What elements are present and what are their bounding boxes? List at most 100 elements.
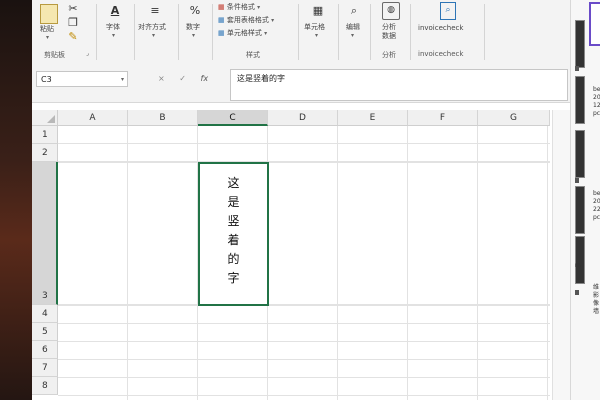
paste-icon[interactable] [40, 4, 58, 24]
formula-bar: C3 ▾ × ✓ fx 这是竖着的字 [32, 66, 570, 103]
cells-icon[interactable]: ▦ [311, 4, 325, 18]
font-label[interactable]: 字体 [106, 22, 120, 32]
cell-styles-button[interactable]: ▦ 单元格样式 ▾ [218, 28, 267, 38]
column-header-a[interactable]: A [58, 110, 128, 126]
marker-icon [575, 66, 579, 71]
separator [178, 4, 179, 60]
invoicecheck-button-label[interactable]: invoicecheck [418, 24, 463, 32]
analysis-group-label: 分析 [382, 51, 396, 59]
select-all-corner[interactable] [32, 110, 58, 126]
alignment-label[interactable]: 对齐方式 [138, 22, 166, 32]
file-label-line: pc [593, 110, 600, 117]
row-header-7[interactable]: 7 [32, 359, 58, 377]
formula-buttons: × ✓ fx [158, 71, 220, 87]
column-header-d[interactable]: D [268, 110, 338, 126]
clipboard-launcher-icon[interactable]: ⌟ [86, 50, 89, 57]
name-box-dropdown-icon[interactable]: ▾ [121, 72, 124, 88]
editing-group: ⌕ 编辑 ▾ [340, 0, 368, 66]
name-box[interactable]: C3 ▾ [36, 71, 128, 87]
analyze-data-label-2[interactable]: 数据 [382, 31, 396, 41]
row-header-8[interactable]: 8 [32, 377, 58, 395]
row-header-6[interactable]: 6 [32, 341, 58, 359]
invoicecheck-group-label: invoicecheck [418, 50, 464, 58]
file-label-short: m [575, 262, 581, 269]
copy-icon[interactable]: ❐ [66, 16, 80, 30]
paste-dropdown-icon[interactable]: ▾ [46, 34, 49, 41]
file-label[interactable]: 维 影 像 墙 [593, 284, 599, 316]
file-label-line: 20 [593, 94, 600, 101]
insert-function-icon[interactable]: fx [201, 74, 209, 83]
styles-group: ▦ 条件格式 ▾ ▦ 套用表格格式 ▾ ▦ 单元格样式 ▾ 样式 [214, 0, 296, 66]
invoicecheck-group: ⌕ invoicecheck invoicecheck [412, 0, 482, 66]
number-label[interactable]: 数字 [186, 22, 200, 32]
cell-c3[interactable]: 这 是 竖 着 的 字 [198, 162, 269, 306]
font-icon[interactable]: A [108, 4, 122, 18]
marker-icon [575, 290, 579, 295]
separator [370, 4, 371, 60]
row-header-4[interactable]: 4 [32, 305, 58, 323]
conditional-format-button[interactable]: ▦ 条件格式 ▾ [218, 2, 260, 12]
enter-icon[interactable]: ✓ [179, 74, 186, 83]
file-label-line: pc [593, 214, 600, 221]
font-dropdown-icon[interactable]: ▾ [112, 32, 115, 39]
editing-label[interactable]: 编辑 [346, 22, 360, 32]
file-label-line: be [593, 190, 600, 197]
marker-icon [575, 178, 579, 183]
ribbon: 粘贴 ▾ ✂ ❐ ✎ 剪贴板 ⌟ A 字体 ▾ ≡ 对齐方式 ▾ % 数字 ▾ [32, 0, 570, 67]
percent-icon[interactable]: % [188, 4, 202, 18]
alignment-dropdown-icon[interactable]: ▾ [152, 32, 155, 39]
search-icon[interactable]: ⌕ [347, 4, 361, 18]
file-label-line: 22 [593, 206, 600, 213]
clipboard-group-label: 剪贴板 [44, 51, 65, 59]
side-file-panel: be 20 12 pc be 20 22 pc m m 维 影 像 墙 [570, 0, 600, 400]
file-label[interactable]: be 20 12 pc [593, 86, 600, 118]
align-icon[interactable]: ≡ [148, 4, 162, 18]
separator [134, 4, 135, 60]
char: 这 [227, 176, 240, 190]
cells-dropdown-icon[interactable]: ▾ [315, 32, 318, 39]
separator [298, 4, 299, 60]
spreadsheet-grid: A B C D E F G 1 2 3 4 5 6 7 8 这 是 竖 着 的 … [32, 110, 571, 400]
invoice-check-icon[interactable]: ⌕ [440, 2, 456, 20]
paste-label[interactable]: 粘贴 [40, 24, 54, 34]
cancel-icon[interactable]: × [158, 74, 165, 83]
film-thumbnail[interactable] [575, 130, 585, 178]
name-box-value: C3 [41, 75, 52, 84]
row-header-5[interactable]: 5 [32, 323, 58, 341]
background-left [0, 0, 32, 400]
cut-icon[interactable]: ✂ [66, 2, 80, 16]
separator [212, 4, 213, 60]
column-header-c[interactable]: C [198, 110, 268, 126]
row-header-2[interactable]: 2 [32, 144, 58, 162]
clipboard-group: 粘贴 ▾ ✂ ❐ ✎ 剪贴板 ⌟ [32, 0, 94, 66]
format-painter-icon[interactable]: ✎ [66, 30, 80, 44]
number-dropdown-icon[interactable]: ▾ [192, 32, 195, 39]
formula-input[interactable]: 这是竖着的字 [230, 69, 568, 101]
row-3-cells[interactable] [58, 162, 550, 305]
film-thumbnail[interactable] [575, 20, 585, 68]
film-thumbnail[interactable] [575, 76, 585, 124]
separator [338, 4, 339, 60]
char: 是 [227, 195, 240, 209]
analyze-data-icon[interactable]: ◍ [382, 2, 400, 20]
cells-label[interactable]: 单元格 [304, 22, 325, 32]
column-header-b[interactable]: B [128, 110, 198, 126]
font-group: A 字体 ▾ [98, 0, 132, 66]
file-thumbnail[interactable] [589, 2, 600, 46]
cell-c3-vertical-text: 这 是 竖 着 的 字 [200, 174, 267, 288]
file-label[interactable]: be 20 22 pc [593, 190, 600, 222]
column-header-f[interactable]: F [408, 110, 478, 126]
film-thumbnail[interactable] [575, 236, 585, 284]
film-thumbnail[interactable] [575, 186, 585, 234]
vertical-scrollbar[interactable] [552, 110, 571, 400]
row-header-3[interactable]: 3 [32, 162, 58, 305]
file-label-line: be [593, 86, 600, 93]
row-header-1[interactable]: 1 [32, 126, 58, 144]
char: 的 [227, 252, 240, 266]
column-header-e[interactable]: E [338, 110, 408, 126]
separator [96, 4, 97, 60]
char: 字 [227, 271, 240, 285]
editing-dropdown-icon[interactable]: ▾ [351, 32, 354, 39]
format-as-table-button[interactable]: ▦ 套用表格格式 ▾ [218, 15, 274, 25]
column-header-g[interactable]: G [478, 110, 550, 126]
